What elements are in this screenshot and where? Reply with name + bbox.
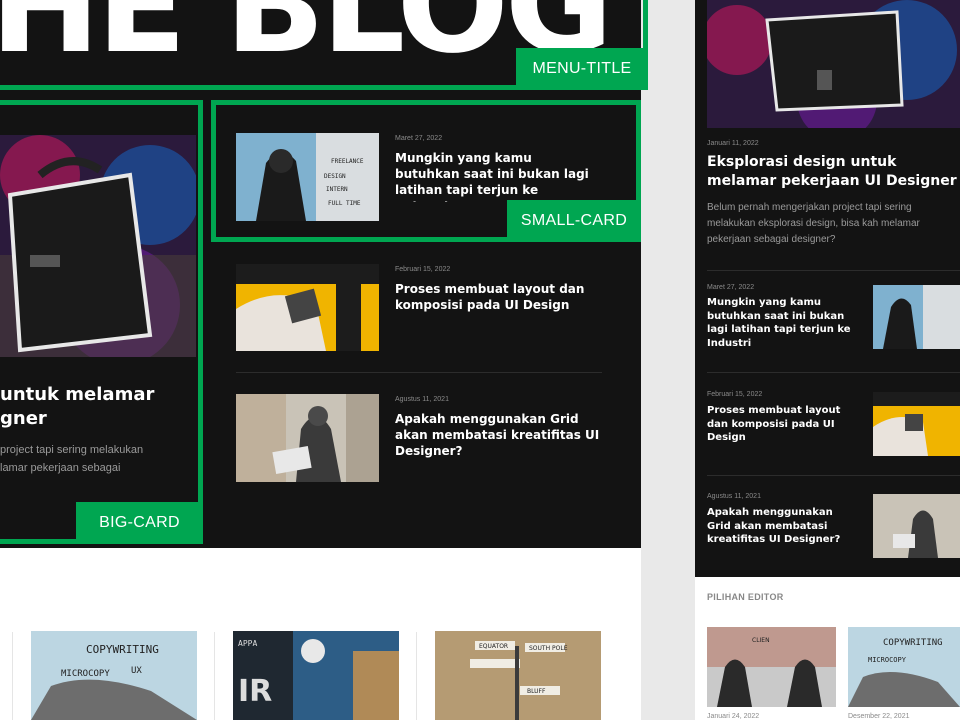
big-card-image[interactable] bbox=[0, 135, 196, 357]
svg-text:SOUTH POLE: SOUTH POLE bbox=[529, 645, 568, 652]
svg-text:FREELANCE: FREELANCE bbox=[331, 158, 364, 165]
mobile-featured-desc: Belum pernah mengerjakan project tapi se… bbox=[707, 202, 920, 245]
copywriting-art: COPYWRITING MICROCOPY bbox=[848, 627, 960, 707]
editor-pick-image-2[interactable]: COPYWRITING MICROCOPY bbox=[848, 627, 960, 707]
small-card-date-2: Februari 15, 2022 bbox=[395, 266, 451, 273]
svg-text:APPA: APPA bbox=[238, 639, 257, 648]
bottom-card-image-3[interactable]: EQUATOR SOUTH POLE BLUFF bbox=[435, 631, 601, 720]
mobile-item-date-3: Agustus 11, 2021 bbox=[707, 493, 761, 500]
freelance-collage-art: FREELANCE DESIGN INTERN FULL TIME bbox=[236, 133, 379, 221]
editor-pick-date-2: Desember 22, 2021 bbox=[848, 713, 910, 720]
mobile-featured-date: Januari 11, 2022 bbox=[707, 140, 759, 147]
divider bbox=[707, 372, 960, 373]
mobile-item-date-2: Februari 15, 2022 bbox=[707, 391, 763, 398]
handshake-art: CLIEN bbox=[707, 627, 836, 707]
small-card-date-3: Agustus 11, 2021 bbox=[395, 396, 449, 403]
laptop-man-art bbox=[236, 394, 379, 482]
divider bbox=[707, 475, 960, 476]
small-card-title-2[interactable]: Proses membuat layout dan komposisi pada… bbox=[395, 281, 605, 313]
svg-text:MICROCOPY: MICROCOPY bbox=[868, 656, 907, 664]
svg-text:IR: IR bbox=[238, 674, 272, 709]
small-card-title-1[interactable]: Mungkin yang kamu butuhkan saat ini buka… bbox=[395, 150, 595, 202]
editor-pick-date-1: Januari 24, 2022 bbox=[707, 713, 760, 720]
rubik-cube-art bbox=[873, 392, 960, 456]
mobile-featured-image[interactable] bbox=[707, 0, 960, 128]
svg-text:CLIEN: CLIEN bbox=[752, 637, 770, 644]
bottom-card-image-1[interactable]: COPYWRITING MICROCOPY UX bbox=[31, 631, 197, 720]
divider bbox=[214, 632, 215, 720]
big-card-title[interactable]: untuk melamar gner bbox=[0, 383, 196, 432]
page: HE BLOG MENU-TITLE untuk melamar gner pr… bbox=[0, 0, 960, 720]
mobile-item-title-3[interactable]: Apakah menggunakan Grid akan membatasi k… bbox=[707, 506, 852, 547]
small-card-date-1: Maret 27, 2022 bbox=[395, 135, 443, 142]
mobile-featured-title[interactable]: Eksplorasi design untuk melamar pekerjaa… bbox=[707, 153, 957, 191]
mobile-item-image-2[interactable] bbox=[873, 392, 960, 456]
svg-text:COPYWRITING: COPYWRITING bbox=[86, 643, 159, 656]
svg-text:BLUFF: BLUFF bbox=[527, 688, 546, 695]
big-card-desc: project tapi sering melakukan lamar peke… bbox=[0, 444, 144, 474]
mobile-item-date-1: Maret 27, 2022 bbox=[707, 284, 755, 291]
mobile-item-title-2[interactable]: Proses membuat layout dan komposisi pada… bbox=[707, 404, 847, 445]
small-card-title-3[interactable]: Apakah menggunakan Grid akan membatasi k… bbox=[395, 411, 605, 460]
freelance-collage-art bbox=[873, 285, 960, 349]
mobile-item-image-3[interactable] bbox=[873, 494, 960, 558]
divider bbox=[236, 372, 602, 373]
small-card-image-1[interactable]: FREELANCE DESIGN INTERN FULL TIME bbox=[236, 133, 379, 221]
svg-text:FULL TIME: FULL TIME bbox=[328, 200, 361, 207]
svg-text:DESIGN: DESIGN bbox=[324, 173, 346, 180]
svg-text:EQUATOR: EQUATOR bbox=[479, 643, 508, 650]
laptop-man-art bbox=[873, 494, 960, 558]
editor-picks-heading: PILIHAN EDITOR bbox=[707, 592, 784, 602]
mobile-item-title-1[interactable]: Mungkin yang kamu butuhkan saat ini buka… bbox=[707, 296, 862, 350]
big-card-label: BIG-CARD bbox=[76, 502, 203, 544]
svg-text:MICROCOPY: MICROCOPY bbox=[61, 669, 110, 679]
svg-text:UX: UX bbox=[131, 666, 142, 676]
editor-pick-image-1[interactable]: CLIEN bbox=[707, 627, 836, 707]
svg-text:COPYWRITING: COPYWRITING bbox=[883, 638, 943, 648]
small-card-label: SMALL-CARD bbox=[507, 200, 641, 242]
signpost-art: EQUATOR SOUTH POLE BLUFF bbox=[435, 631, 601, 720]
divider bbox=[707, 270, 960, 271]
desktop-white-section: COPYWRITING MICROCOPY UX APPA IR EQUATOR… bbox=[0, 548, 641, 720]
menu-title-label: MENU-TITLE bbox=[516, 48, 648, 90]
svg-text:INTERN: INTERN bbox=[326, 186, 348, 193]
bag-collage-art bbox=[0, 135, 196, 357]
copywriting-art: COPYWRITING MICROCOPY UX bbox=[31, 631, 197, 720]
mobile-dark-section: Januari 11, 2022 Eksplorasi design untuk… bbox=[695, 0, 960, 577]
mobile-item-image-1[interactable] bbox=[873, 285, 960, 349]
bottom-card-image-2[interactable]: APPA IR bbox=[233, 631, 399, 720]
small-card-image-3[interactable] bbox=[236, 394, 379, 482]
mobile-white-section: PILIHAN EDITOR CLIEN COPYWRITING MICROCO… bbox=[695, 577, 960, 720]
rubik-cube-art bbox=[236, 264, 379, 351]
small-card-image-2[interactable] bbox=[236, 264, 379, 351]
divider bbox=[416, 632, 417, 720]
bulb-collage-art: APPA IR bbox=[233, 631, 399, 720]
divider bbox=[12, 632, 13, 720]
bag-collage-art bbox=[707, 0, 960, 128]
